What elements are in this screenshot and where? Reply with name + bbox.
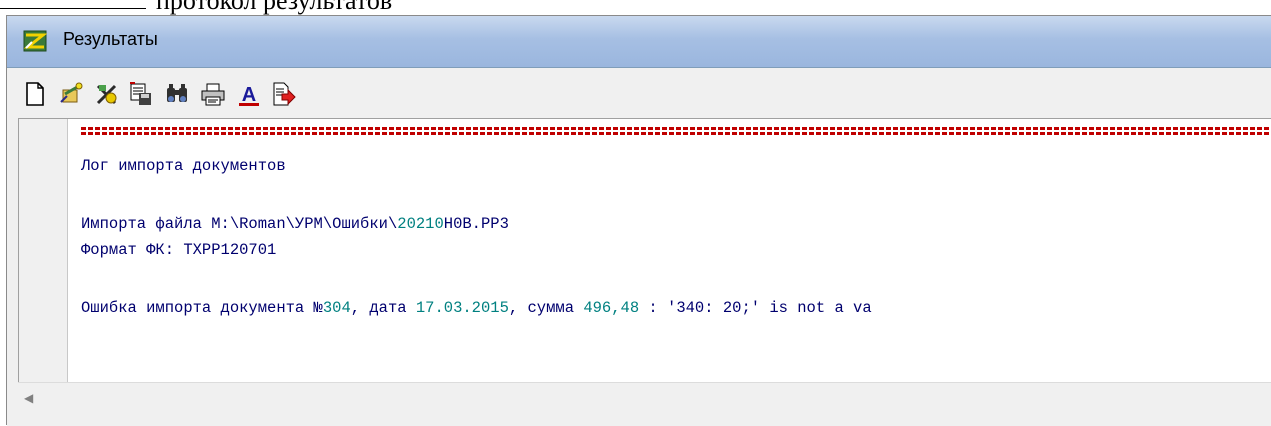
error-sum: 496,48 [583, 299, 640, 317]
open-wand-button[interactable] [57, 80, 85, 108]
find-binoculars-icon [167, 84, 187, 102]
export-button[interactable] [269, 80, 297, 108]
print-button[interactable] [199, 80, 227, 108]
log-file-line: Импорта файла M:\Roman\УРМ\Ошибки\20210H… [81, 215, 509, 233]
new-document-icon [26, 82, 44, 106]
app-icon [23, 30, 48, 52]
log-title: Лог импорта документов [81, 157, 286, 175]
horizontal-scrollbar[interactable]: ◀ [18, 382, 1271, 413]
file-prefix: Импорта файла M:\Roman\УРМ\Ошибки\ [81, 215, 398, 233]
file-number: 20210 [397, 215, 444, 233]
error-doc-number: 304 [322, 299, 351, 317]
window-bottom-border [7, 412, 1271, 426]
error-date-label: , дата [350, 299, 416, 317]
log-format-line: Формат ФК: TXPP120701 [81, 241, 277, 259]
clear-icon [96, 84, 117, 105]
font-button[interactable]: A [235, 80, 263, 108]
export-icon [273, 82, 296, 106]
error-date: 17.03.2015 [415, 299, 509, 317]
separator-line [81, 127, 1271, 135]
clear-button[interactable] [93, 80, 121, 108]
find-button[interactable] [163, 80, 191, 108]
open-wand-icon [60, 82, 83, 103]
document-underline [0, 8, 146, 9]
window-title: Результаты [63, 29, 158, 49]
error-rest: : '340: 20;' is not a va [639, 299, 872, 317]
file-suffix: H0B.PP3 [443, 215, 509, 233]
error-sum-label: , сумма [508, 299, 584, 317]
results-window: Результаты A Лог импорта документов Импо… [6, 15, 1271, 426]
log-text-area[interactable]: Лог импорта документов Импорта файла M:\… [81, 119, 1271, 383]
print-icon [201, 83, 225, 106]
save-button[interactable] [127, 80, 155, 108]
font-icon: A [239, 84, 259, 106]
new-document-button[interactable] [21, 80, 49, 108]
font-glyph: A [242, 84, 256, 106]
scroll-left-arrow-icon[interactable]: ◀ [24, 391, 38, 405]
line-gutter [19, 119, 68, 383]
log-error-line: Ошибка импорта документа №304, дата 17.0… [81, 299, 872, 317]
title-bar[interactable]: Результаты [7, 16, 1271, 68]
error-prefix: Ошибка импорта документа № [81, 299, 323, 317]
toolbar: A [7, 68, 1271, 118]
log-view[interactable]: Лог импорта документов Импорта файла M:\… [18, 118, 1271, 383]
save-icon [130, 82, 151, 105]
document-text-fragment: протокол результатов [156, 0, 393, 15]
